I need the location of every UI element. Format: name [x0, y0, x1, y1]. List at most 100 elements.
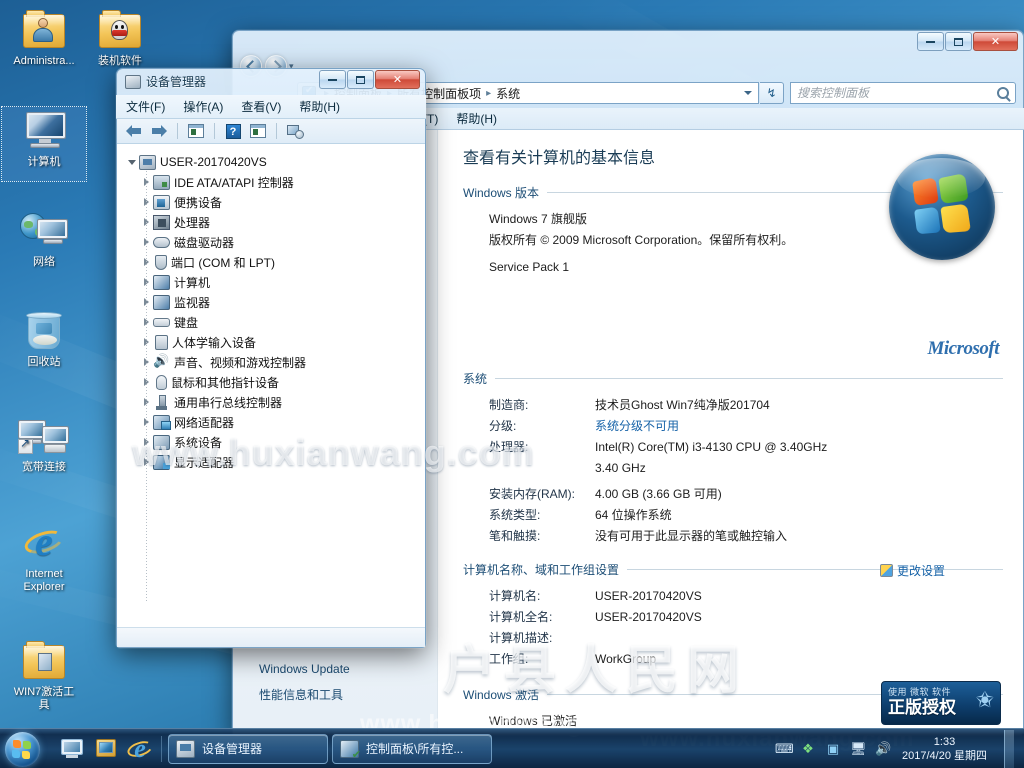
properties-icon[interactable] — [185, 121, 207, 141]
row-key: 计算机名: — [489, 589, 541, 603]
tree-node[interactable]: 端口 (COM 和 LPT) — [123, 252, 421, 272]
window-buttons[interactable]: ✕ — [917, 32, 1018, 51]
recycle-bin-icon — [2, 307, 86, 353]
desktop-icon-label: 网络 — [33, 256, 55, 268]
shield-icon — [879, 564, 893, 577]
tree-node[interactable]: 网络适配器 — [123, 412, 421, 432]
tree-node-label: 便携设备 — [174, 195, 223, 210]
tree-node[interactable]: 磁盘驱动器 — [123, 232, 421, 252]
computer-name-row: 计算机全名: USER-20170420VS — [463, 607, 1003, 628]
system-rating-link[interactable]: 系统分级不可用 — [595, 416, 1003, 437]
window-buttons[interactable]: ✕ — [319, 70, 420, 89]
desktop-icon-administrator[interactable]: Administra... — [2, 6, 86, 68]
tree-node[interactable]: 通用串行总线控制器 — [123, 392, 421, 412]
close-button[interactable]: ✕ — [375, 70, 420, 89]
device-tree[interactable]: USER-20170420VS IDE ATA/ATAPI 控制器 便携设备 处… — [117, 144, 425, 647]
maximize-button[interactable] — [347, 70, 374, 89]
sound-icon — [153, 353, 170, 370]
tree-node-label: USER-20170420VS — [160, 155, 267, 169]
minimize-button[interactable] — [319, 70, 346, 89]
media-folder-icon[interactable] — [91, 733, 121, 765]
control-panel-icon — [340, 739, 361, 761]
taskbar-button-label: 设备管理器 — [202, 742, 263, 756]
tree-node[interactable]: 便携设备 — [123, 192, 421, 212]
desktop-icon-broadband[interactable]: 宽带连接 — [2, 412, 86, 474]
row-key: 计算机描述: — [489, 631, 553, 645]
desktop-icon-internet-explorer[interactable]: e Internet Explorer — [2, 519, 86, 594]
chevron-down-icon[interactable] — [744, 91, 752, 95]
show-hidden-icon[interactable] — [247, 121, 269, 141]
search-box[interactable] — [790, 82, 1016, 104]
taskbar[interactable]: e 设备管理器 控制面板\所有控... ⌨ ❖ ▣ 🖥 🔊 1:33 2017/… — [0, 728, 1024, 768]
display-tray-icon[interactable]: ▣ — [825, 741, 841, 756]
menu-item-view[interactable]: 查看(V) — [241, 98, 281, 115]
desktop-icon-recycle-bin[interactable]: 回收站 — [2, 307, 86, 369]
taskbar-button-control-panel[interactable]: 控制面板\所有控... — [332, 733, 492, 764]
internet-explorer-icon[interactable]: e — [125, 733, 155, 765]
search-input[interactable] — [797, 86, 997, 100]
tree-node[interactable]: 鼠标和其他指针设备 — [123, 372, 421, 392]
tree-node[interactable]: IDE ATA/ATAPI 控制器 — [123, 172, 421, 192]
section-heading: 系统 — [463, 370, 1003, 387]
desktop-icon-label: 回收站 — [27, 356, 61, 368]
section-rule — [495, 378, 1003, 379]
computer-name-row: 工作组: WorkGroup — [463, 649, 1003, 670]
tree-node[interactable]: 监视器 — [123, 292, 421, 312]
tree-node[interactable]: 声音、视频和游戏控制器 — [123, 352, 421, 372]
show-desktop-icon[interactable] — [57, 733, 87, 765]
show-desktop-button[interactable] — [1004, 729, 1014, 768]
display-adapter-icon — [153, 454, 170, 470]
device-manager-menubar[interactable]: 文件(F) 操作(A) 查看(V) 帮助(H) — [116, 95, 426, 119]
desktop-icon-computer[interactable]: 计算机 — [1, 106, 87, 182]
tree-node[interactable]: 显示适配器 — [123, 452, 421, 472]
device-manager-toolbar[interactable]: ? — [117, 119, 425, 144]
tree-node[interactable]: 键盘 — [123, 312, 421, 332]
close-button[interactable]: ✕ — [973, 32, 1018, 51]
quick-launch-bar[interactable]: e — [57, 733, 155, 765]
change-settings-link[interactable]: 更改设置 — [879, 562, 945, 579]
control-panel-titlebar[interactable]: ✕ — [232, 30, 1024, 57]
tree-node-label: 显示适配器 — [174, 455, 235, 470]
desktop-icon-win7-activation-tool[interactable]: WIN7激活工 具 — [2, 637, 86, 712]
section-system: 系统 制造商: 技术员Ghost Win7纯净版201704 分级: 系统分级不可用… — [463, 370, 1003, 547]
maximize-button[interactable] — [945, 32, 972, 51]
sidebar-item-performance-info[interactable]: 性能信息和工具 — [233, 681, 437, 708]
windows-logo-icon — [889, 154, 995, 260]
desktop-icon-label: Administra... — [13, 55, 75, 67]
back-arrow-icon[interactable] — [123, 121, 145, 141]
start-button[interactable] — [2, 730, 49, 768]
status-bar — [117, 627, 425, 647]
tree-node[interactable]: 人体学输入设备 — [123, 332, 421, 352]
forward-arrow-icon[interactable] — [148, 121, 170, 141]
breadcrumb-item-system[interactable]: 系统 — [496, 85, 520, 102]
keyboard-icon — [153, 317, 170, 327]
clock[interactable]: 1:33 2017/4/20 星期四 — [900, 735, 993, 763]
sidebar-item-windows-update[interactable]: Windows Update — [233, 657, 437, 681]
desktop-icon-software[interactable]: 装机软件 — [78, 6, 162, 68]
minimize-button[interactable] — [917, 32, 944, 51]
help-icon[interactable]: ? — [222, 121, 244, 141]
device-manager-window[interactable]: 设备管理器 ✕ 文件(F) 操作(A) 查看(V) 帮助(H) ? USER-2… — [116, 68, 426, 648]
system-tray[interactable]: ⌨ ❖ ▣ 🖥 🔊 1:33 2017/4/20 星期四 — [775, 729, 1024, 768]
tree-node[interactable]: 处理器 — [123, 212, 421, 232]
network-tray-icon[interactable]: 🖥 — [850, 741, 867, 756]
refresh-button[interactable]: ↯ — [760, 82, 784, 104]
security-shield-tray-icon[interactable]: ❖ — [800, 741, 816, 756]
keyboard-tray-icon[interactable]: ⌨ — [775, 741, 794, 756]
desktop-icon-network[interactable]: 网络 — [2, 207, 86, 269]
menu-item-file[interactable]: 文件(F) — [126, 98, 165, 115]
expander-icon[interactable] — [125, 159, 139, 165]
tree-node-label: 计算机 — [174, 275, 211, 290]
menu-item-help[interactable]: 帮助(H) — [299, 98, 340, 115]
tree-node[interactable]: 系统设备 — [123, 432, 421, 452]
tree-node-root[interactable]: USER-20170420VS — [123, 152, 421, 172]
volume-tray-icon[interactable]: 🔊 — [875, 741, 891, 756]
device-manager-titlebar[interactable]: 设备管理器 ✕ — [116, 68, 426, 95]
tree-node[interactable]: 计算机 — [123, 272, 421, 292]
toolbar-separator — [214, 123, 215, 139]
menu-item-help[interactable]: 帮助(H) — [456, 110, 497, 127]
menu-item-action[interactable]: 操作(A) — [183, 98, 223, 115]
scan-hardware-icon[interactable] — [284, 121, 306, 141]
taskbar-button-device-manager[interactable]: 设备管理器 — [168, 733, 328, 764]
search-icon — [997, 87, 1009, 99]
